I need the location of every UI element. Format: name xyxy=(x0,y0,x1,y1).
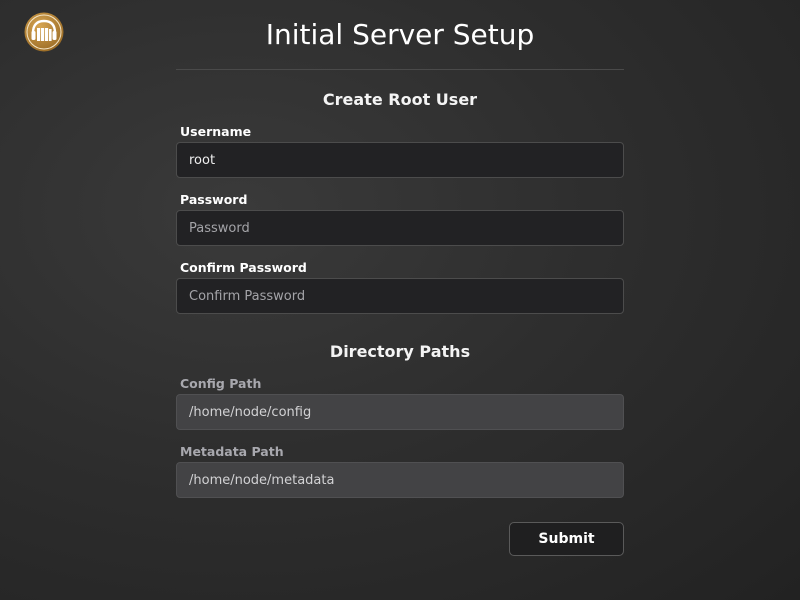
submit-button[interactable]: Submit xyxy=(509,522,624,556)
username-field[interactable] xyxy=(176,142,624,178)
page-title: Initial Server Setup xyxy=(265,18,535,51)
metadata-path-label: Metadata Path xyxy=(180,444,284,459)
confirm-password-label: Confirm Password xyxy=(180,260,307,275)
password-field[interactable] xyxy=(176,210,624,246)
section-heading-directory-paths: Directory Paths xyxy=(329,342,471,361)
config-path-label: Config Path xyxy=(180,376,262,391)
title-divider xyxy=(176,69,624,70)
confirm-password-field[interactable] xyxy=(176,278,624,314)
password-label: Password xyxy=(180,192,248,207)
metadata-path-field xyxy=(176,462,624,498)
section-heading-root-user: Create Root User xyxy=(322,90,478,109)
config-path-field xyxy=(176,394,624,430)
username-label: Username xyxy=(180,124,252,139)
